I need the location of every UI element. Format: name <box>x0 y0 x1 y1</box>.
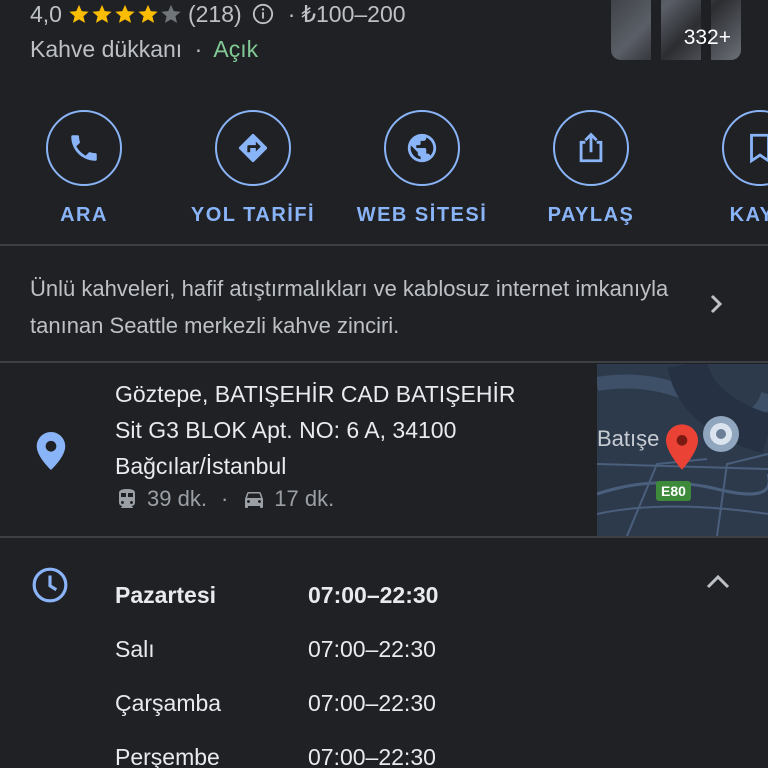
directions-icon <box>238 133 268 163</box>
divider <box>0 536 768 538</box>
chevron-up-icon[interactable] <box>705 572 731 592</box>
open-status: Açık <box>213 36 259 62</box>
rating-value: 4,0 <box>30 0 62 27</box>
globe-icon <box>407 133 437 163</box>
website-button-circle[interactable] <box>384 110 460 186</box>
info-icon[interactable] <box>252 3 274 25</box>
photo-count: 332+ <box>683 26 731 49</box>
directions-button-circle[interactable] <box>215 110 291 186</box>
star-icon <box>92 4 112 23</box>
phone-icon <box>71 135 97 161</box>
map-place-label: Batışe <box>597 426 660 451</box>
star-rating <box>68 3 182 25</box>
hours-day: Pazartesi <box>115 581 217 608</box>
opening-hours[interactable]: Pazartesi 07:00–22:30 Salı 07:00–22:30 Ç… <box>115 568 515 768</box>
clock-icon <box>32 567 68 603</box>
train-icon <box>119 489 135 508</box>
call-button-label: ARA <box>60 204 108 226</box>
address-line: Göztepe, BATIŞEHİR CAD BATIŞEHİR <box>115 381 516 407</box>
transit-time: 39 dk. <box>147 486 207 511</box>
star-empty-icon <box>161 4 181 23</box>
rating-row[interactable]: 4,0 (218) · ₺100–200 <box>30 0 406 28</box>
website-button-label: WEB SİTESİ <box>356 204 488 226</box>
share-button-circle[interactable] <box>553 110 629 186</box>
photo-thumbnail[interactable]: 332+ <box>611 0 741 60</box>
hours-row: Salı 07:00–22:30 <box>115 622 515 676</box>
category-row: Kahve dükkanı · Açık <box>30 36 258 63</box>
price-range: ₺100–200 <box>301 0 406 27</box>
action-bar: ARA YOL TARİFİ WEB SİTESİ PAYLAŞ KAYD <box>0 110 768 230</box>
hours-day: Çarşamba <box>115 689 222 716</box>
hours-time: 07:00–22:30 <box>308 581 439 608</box>
save-button-label: KAYD <box>729 204 768 226</box>
divider <box>0 361 768 363</box>
map-marker-icon <box>666 424 698 470</box>
hours-row: Perşembe 07:00–22:30 <box>115 730 515 768</box>
divider <box>0 244 768 246</box>
hours-day: Perşembe <box>115 743 220 768</box>
hours-time: 07:00–22:30 <box>308 743 436 768</box>
hours-row: Pazartesi 07:00–22:30 <box>115 568 515 622</box>
save-button[interactable]: KAYD <box>685 110 768 227</box>
separator-dot: · <box>287 0 296 27</box>
hours-row: Çarşamba 07:00–22:30 <box>115 676 515 730</box>
share-button-label: PAYLAŞ <box>547 204 635 226</box>
hours-day: Salı <box>115 635 155 662</box>
website-button[interactable]: WEB SİTESİ <box>347 110 497 227</box>
address-line: Sit G3 BLOK Apt. NO: 6 A, 34100 <box>115 417 457 443</box>
address-line: Bağcılar/İstanbul <box>115 453 287 479</box>
category-label: Kahve dükkanı <box>30 36 183 62</box>
star-icon <box>138 4 158 23</box>
place-description[interactable]: Ünlü kahveleri, hafif atıştırmalıkları v… <box>30 270 680 344</box>
separator-dot: · <box>194 36 203 62</box>
address-block[interactable]: Göztepe, BATIŞEHİR CAD BATIŞEHİR Sit G3 … <box>115 376 585 484</box>
hours-time: 07:00–22:30 <box>308 635 436 662</box>
location-pin-icon <box>36 432 66 470</box>
hours-time: 07:00–22:30 <box>308 689 436 716</box>
drive-time: 17 dk. <box>274 486 335 511</box>
photo-detail <box>651 0 661 60</box>
share-icon <box>579 132 603 163</box>
map-preview[interactable]: Batışe <box>597 364 768 536</box>
current-location-icon <box>703 416 739 452</box>
call-button[interactable]: ARA <box>9 110 159 227</box>
road-badge: E80 <box>656 481 691 501</box>
call-button-circle[interactable] <box>46 110 122 186</box>
separator-dot: · <box>220 486 229 511</box>
travel-times: 39 dk. · 17 dk. <box>115 486 334 512</box>
directions-button[interactable]: YOL TARİFİ <box>178 110 328 227</box>
directions-button-label: YOL TARİFİ <box>190 204 316 226</box>
car-icon <box>245 492 264 508</box>
star-icon <box>115 4 135 23</box>
share-button[interactable]: PAYLAŞ <box>516 110 666 227</box>
chevron-right-icon[interactable] <box>706 290 728 318</box>
save-button-circle[interactable] <box>722 110 768 186</box>
star-icon <box>69 4 89 23</box>
review-count[interactable]: (218) <box>188 1 242 28</box>
bookmark-icon <box>750 133 768 164</box>
